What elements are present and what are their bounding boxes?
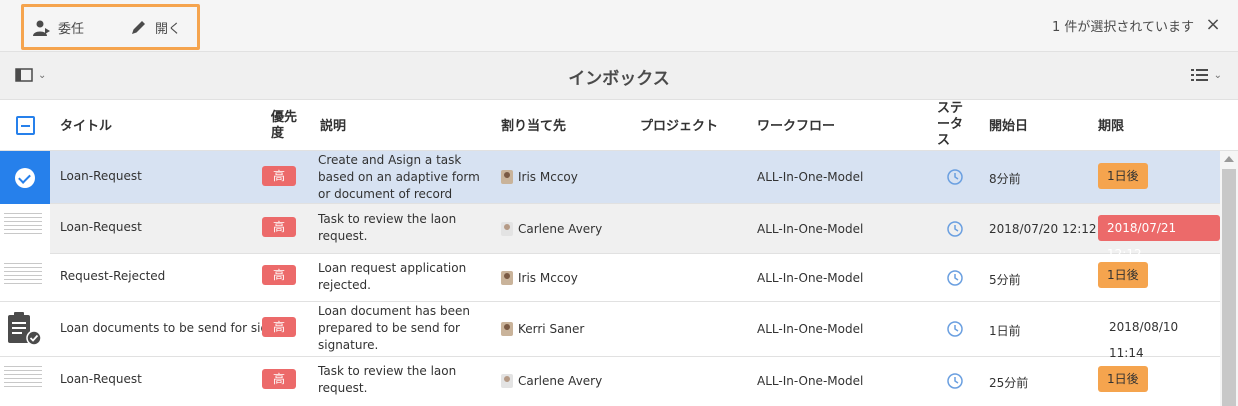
- delegate-button[interactable]: 委任: [32, 18, 84, 37]
- list-view-icon: [1190, 69, 1208, 81]
- row-workflow: ALL-In-One-Model: [757, 222, 864, 236]
- assignee-name: Carlene Avery: [518, 374, 603, 388]
- row-title: Loan documents to be send for sig...: [60, 321, 280, 335]
- row-title: Request-Rejected: [60, 269, 166, 283]
- select-all-checkbox[interactable]: [16, 116, 35, 135]
- clipboard-check-icon: [8, 312, 42, 346]
- header-title[interactable]: タイトル: [60, 119, 112, 135]
- avatar: [501, 222, 513, 236]
- scroll-up-arrow-icon[interactable]: [1224, 156, 1234, 162]
- row-thumbnail[interactable]: [0, 151, 50, 204]
- row-workflow: ALL-In-One-Model: [757, 170, 864, 184]
- due-date: 2018/08/10 11:14: [1109, 320, 1179, 360]
- avatar: [501, 271, 513, 285]
- scrollbar-thumb[interactable]: [1222, 169, 1236, 406]
- delegate-label: 委任: [58, 22, 85, 37]
- open-button[interactable]: 開く: [129, 18, 181, 37]
- row-start-date: 2018/07/20 12:12: [989, 222, 1097, 236]
- row-assignee: Carlene Avery: [501, 374, 602, 388]
- priority-badge: 高: [262, 317, 296, 337]
- header-workflow[interactable]: ワークフロー: [757, 119, 835, 135]
- row-description: Task to review the laon request.: [318, 212, 457, 243]
- row-assignee: Iris Mccoy: [501, 170, 578, 184]
- header-project[interactable]: プロジェクト: [640, 119, 718, 135]
- priority-badge: 高: [262, 166, 296, 186]
- assignee-name: Carlene Avery: [518, 222, 603, 236]
- action-group: 委任 開く: [21, 4, 200, 50]
- priority-badge: 高: [262, 217, 296, 237]
- header-priority[interactable]: 優先 度: [271, 110, 301, 142]
- row-title: Loan-Request: [60, 169, 142, 183]
- row-description: Create and Asign a task based on an adap…: [318, 153, 480, 201]
- row-assignee: Iris Mccoy: [501, 271, 578, 285]
- assignee-name: Kerri Saner: [518, 322, 585, 336]
- document-thumbnail: [2, 210, 46, 246]
- document-thumbnail: [2, 363, 46, 399]
- row-start-date: 5分前: [989, 273, 1021, 287]
- header-description[interactable]: 説明: [320, 119, 346, 135]
- avatar: [501, 322, 513, 336]
- row-description: Loan document has been prepared to be se…: [318, 304, 470, 352]
- table-row[interactable]: Loan-Request 高 Task to review the laon r…: [0, 204, 1220, 261]
- clock-icon: [947, 270, 963, 286]
- row-assignee: Kerri Saner: [501, 322, 584, 336]
- row-thumbnail[interactable]: [0, 204, 50, 254]
- avatar: [501, 170, 513, 184]
- table-row[interactable]: Loan-Request 高 Task to review the laon r…: [0, 357, 1220, 406]
- selection-count: 1 件が選択されています: [1051, 20, 1194, 35]
- assignee-name: Iris Mccoy: [518, 271, 578, 285]
- title-bar: ⌄ インボックス ⌄: [0, 52, 1238, 100]
- document-thumbnail: [2, 260, 46, 296]
- assignee-name: Iris Mccoy: [518, 170, 578, 184]
- priority-badge: 高: [262, 369, 296, 389]
- close-selection-icon[interactable]: ×: [1204, 15, 1222, 35]
- due-badge: 1日後: [1098, 262, 1148, 288]
- due-badge: 1日後: [1098, 366, 1148, 392]
- clock-icon: [947, 221, 963, 237]
- row-title: Loan-Request: [60, 220, 142, 234]
- row-thumbnail[interactable]: [0, 254, 50, 302]
- open-label: 開く: [155, 22, 182, 37]
- avatar: [501, 374, 513, 388]
- row-description: Task to review the laon request.: [318, 364, 457, 395]
- vertical-scrollbar[interactable]: [1220, 151, 1238, 406]
- row-workflow: ALL-In-One-Model: [757, 271, 864, 285]
- due-badge: 2018/07/21 12:12: [1098, 215, 1220, 261]
- priority-badge: 高: [262, 265, 296, 285]
- clock-icon: [947, 169, 963, 185]
- table-row[interactable]: Loan-Request 高 Create and Asign a task b…: [0, 151, 1220, 204]
- table-row[interactable]: Loan documents to be send for sig... 高 L…: [0, 302, 1220, 360]
- header-due-date[interactable]: 期限: [1098, 119, 1124, 135]
- action-bar: 委任 開く 1 件が選択されています ×: [0, 0, 1238, 52]
- header-start-date[interactable]: 開始日: [989, 119, 1028, 135]
- row-thumbnail[interactable]: [0, 302, 50, 357]
- chevron-down-icon: ⌄: [1213, 69, 1222, 81]
- clock-icon: [947, 373, 963, 389]
- view-switcher-button[interactable]: ⌄: [1190, 68, 1222, 82]
- pencil-icon: [132, 20, 145, 34]
- row-thumbnail[interactable]: [0, 357, 50, 406]
- delegate-icon: [33, 20, 50, 36]
- row-title: Loan-Request: [60, 372, 142, 386]
- due-badge: 1日後: [1098, 163, 1148, 189]
- row-start-date: 8分前: [989, 172, 1021, 186]
- header-status[interactable]: ステ ータ ス: [937, 101, 973, 149]
- row-start-date: 1日前: [989, 324, 1021, 338]
- row-workflow: ALL-In-One-Model: [757, 374, 864, 388]
- page-title: インボックス: [568, 69, 670, 89]
- row-description: Loan request application rejected.: [318, 261, 467, 292]
- clock-icon: [947, 321, 963, 337]
- row-workflow: ALL-In-One-Model: [757, 322, 864, 336]
- table-row[interactable]: Request-Rejected 高 Loan request applicat…: [0, 254, 1220, 302]
- header-assignee[interactable]: 割り当て先: [501, 119, 566, 135]
- checkmark-icon: [15, 167, 35, 188]
- table-header: [0, 100, 1238, 151]
- row-assignee: Carlene Avery: [501, 222, 602, 236]
- row-start-date: 25分前: [989, 376, 1029, 390]
